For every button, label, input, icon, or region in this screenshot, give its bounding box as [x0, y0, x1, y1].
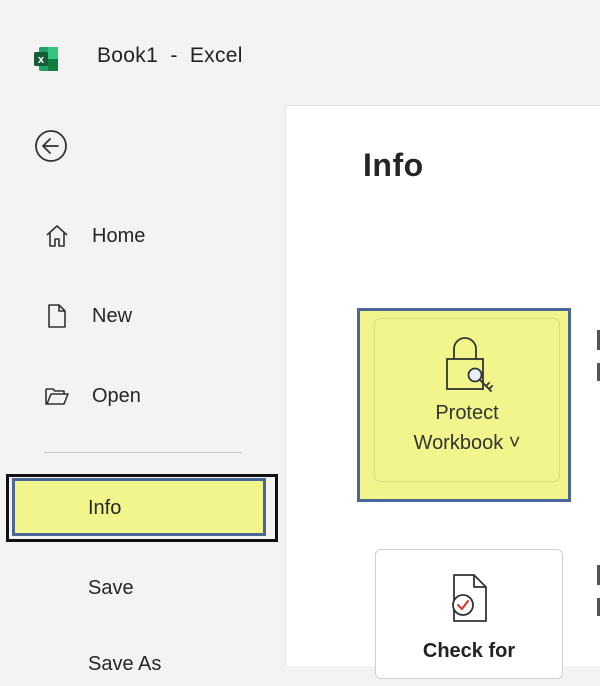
- sidebar-item-home[interactable]: Home: [0, 214, 285, 258]
- protect-workbook-label: Protect: [435, 402, 499, 424]
- title-bar: x Book1 - Excel: [0, 0, 600, 105]
- sidebar-item-label: Info: [88, 496, 122, 519]
- sidebar-item-label: Save: [88, 576, 134, 599]
- sidebar-item-label: Save As: [88, 652, 162, 675]
- sidebar-item-label: New: [92, 304, 133, 327]
- page-title: Info: [363, 147, 424, 183]
- folder-open-icon: [45, 388, 69, 405]
- svg-text:x: x: [38, 54, 45, 66]
- window-title: Book1 - Excel: [97, 44, 243, 67]
- sidebar-item-label: Home: [92, 224, 146, 247]
- check-for-issues-label: Check for: [422, 640, 516, 662]
- sidebar-item-open[interactable]: Open: [0, 374, 285, 418]
- lock-key-icon: [446, 337, 493, 392]
- sidebar-item-save[interactable]: Save: [0, 566, 285, 610]
- sidebar-item-info[interactable]: Info: [0, 486, 285, 530]
- sidebar-divider: [44, 452, 242, 453]
- sidebar-item-save-as[interactable]: Save As: [0, 642, 285, 686]
- inspect-document-icon: [452, 574, 487, 622]
- protect-workbook-label: Workbook ˅: [413, 432, 521, 454]
- excel-icon: x: [34, 47, 58, 71]
- sidebar-item-new[interactable]: New: [0, 294, 285, 338]
- back-arrow-icon[interactable]: [33, 128, 69, 164]
- new-document-icon: [48, 304, 66, 328]
- home-icon: [46, 225, 68, 247]
- sidebar-item-label: Open: [92, 384, 141, 407]
